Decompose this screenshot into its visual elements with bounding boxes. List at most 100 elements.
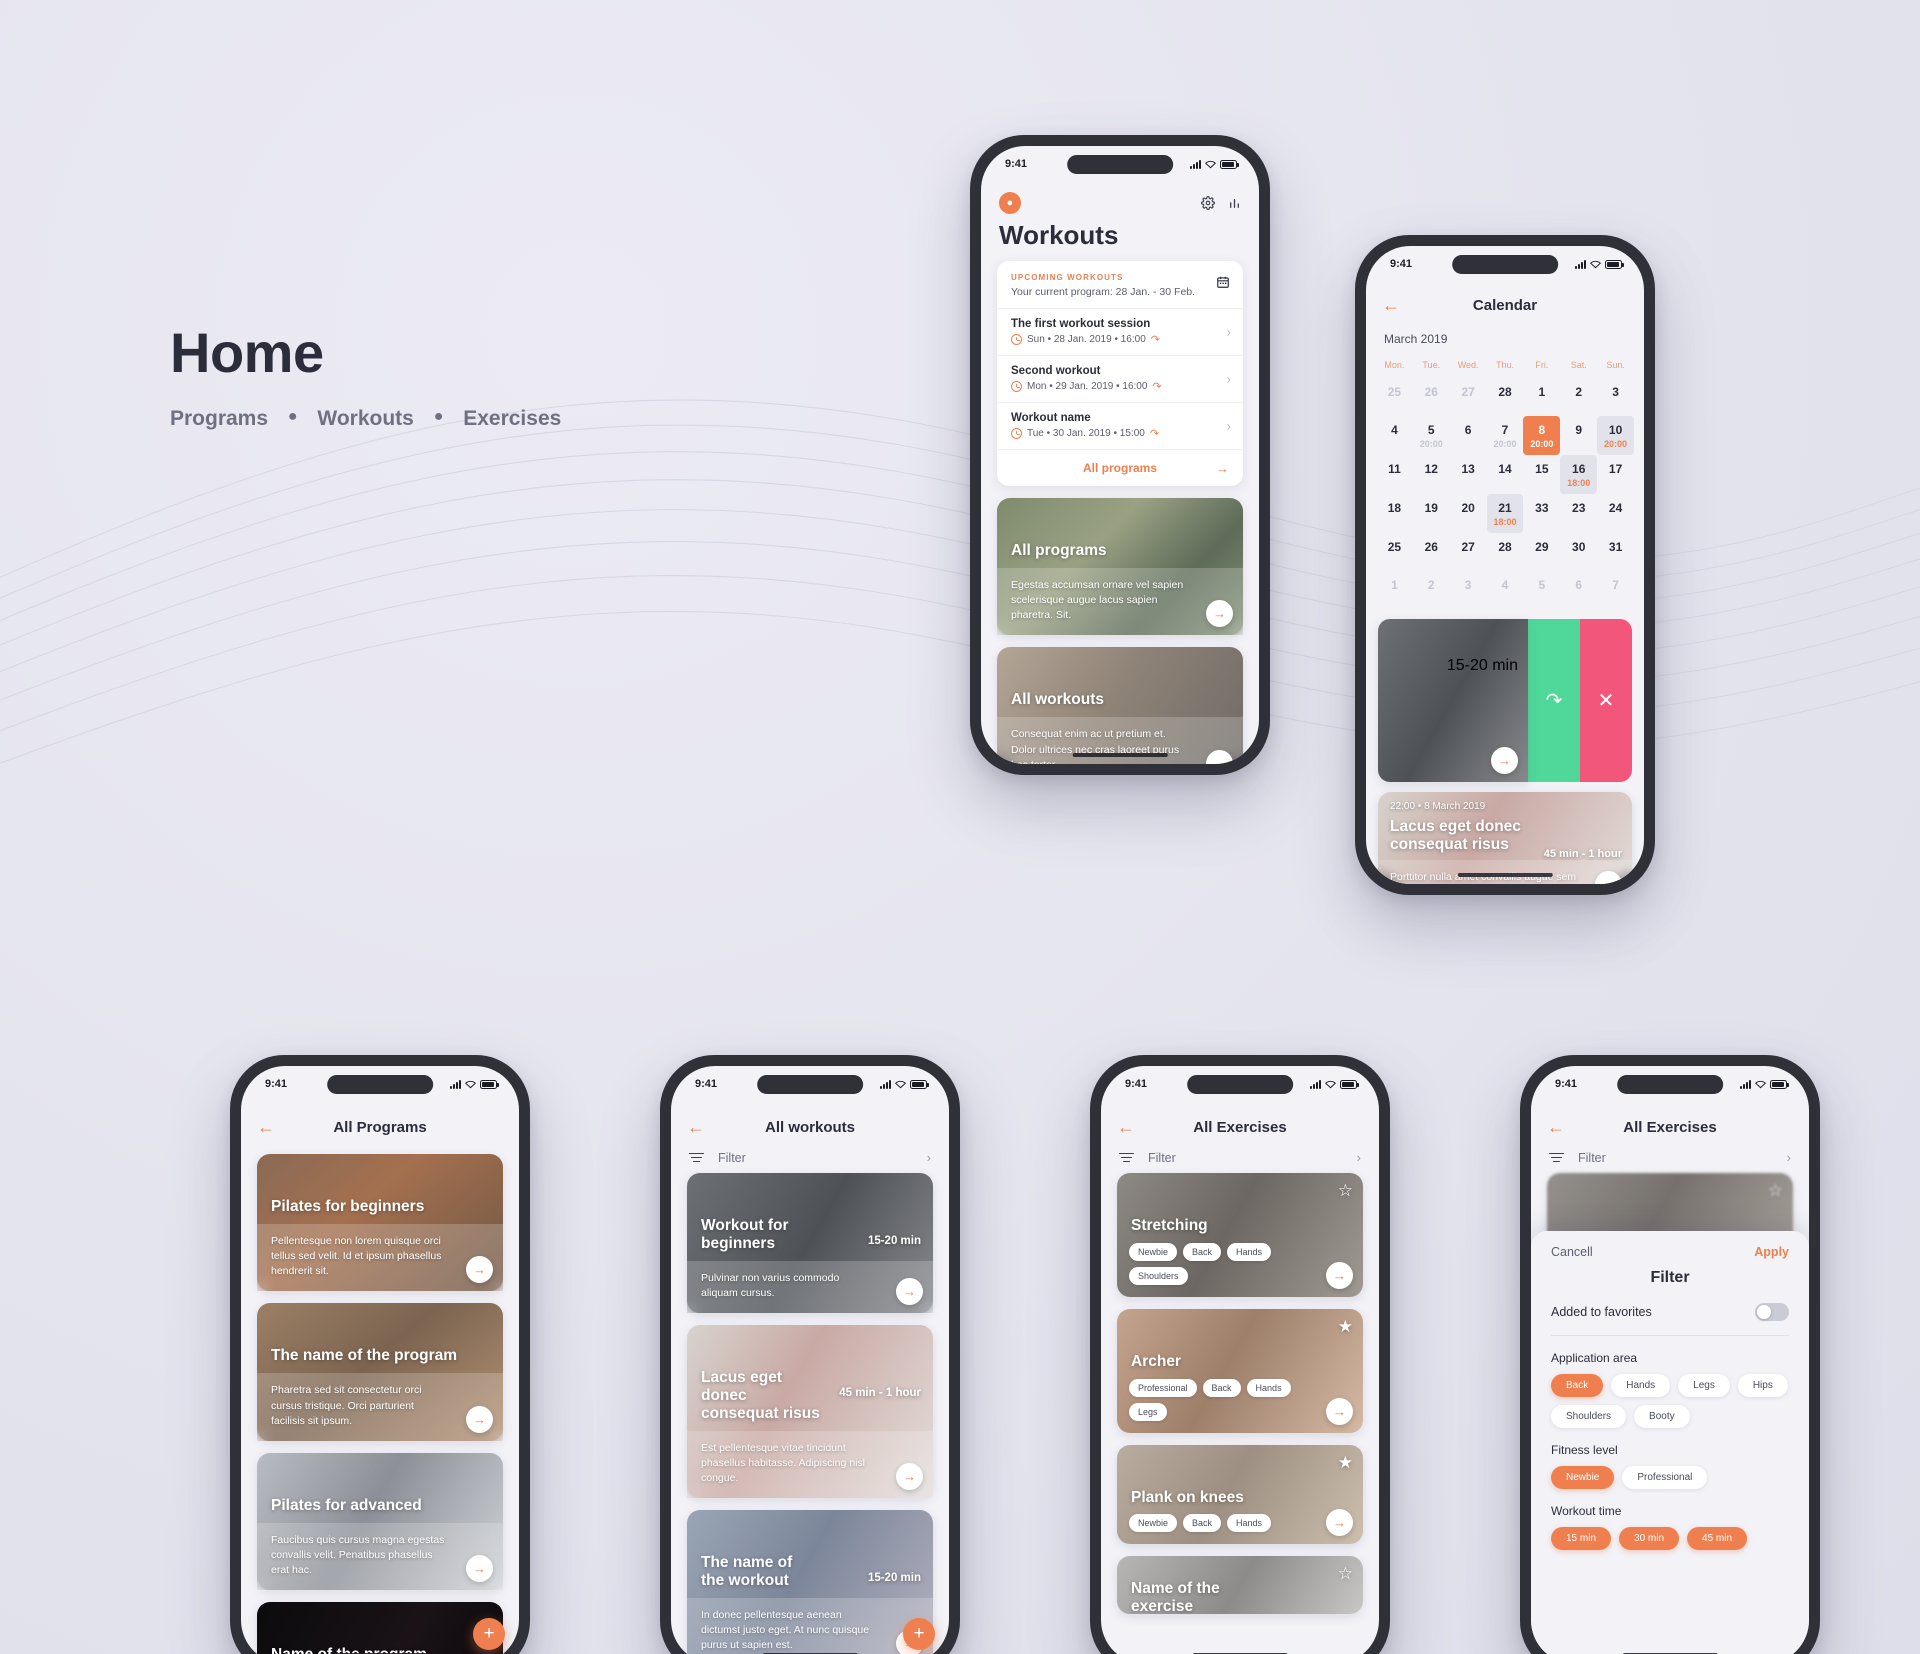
calendar-day-cell[interactable]: 24 — [1597, 494, 1634, 533]
exercise-tag[interactable]: Back — [1183, 1514, 1222, 1533]
chart-icon[interactable] — [1228, 197, 1241, 210]
calendar-day-cell[interactable]: 14 — [1487, 455, 1524, 494]
calendar-day-cell[interactable]: 27 — [1450, 533, 1487, 571]
exercise-tag[interactable]: Hands — [1227, 1514, 1272, 1533]
exercise-tag[interactable]: Hands — [1246, 1378, 1291, 1397]
cancel-button[interactable]: Cancell — [1551, 1245, 1593, 1259]
calendar-day-cell[interactable]: 26 — [1413, 378, 1450, 416]
calendar-day-cell[interactable]: 5 20:00 — [1413, 416, 1450, 455]
exercise-card[interactable]: ☆ Stretching Newbie Back Hands Shoulders… — [1117, 1173, 1363, 1297]
apply-button[interactable]: Apply — [1754, 1245, 1789, 1259]
calendar-day-cell[interactable]: 33 — [1523, 494, 1560, 533]
calendar-day-cell[interactable]: 6 — [1450, 416, 1487, 455]
filter-chip-hips[interactable]: Hips — [1737, 1374, 1788, 1397]
filter-chip-hands[interactable]: Hands — [1611, 1374, 1671, 1397]
gear-icon[interactable] — [1201, 196, 1215, 210]
exercise-card[interactable]: ★ Archer Professional Back Hands Legs → — [1117, 1308, 1363, 1433]
card-go-button[interactable]: → — [896, 1463, 923, 1491]
promo-card-all-programs[interactable]: All programs Egestas accumsan ornare vel… — [997, 498, 1243, 636]
favorite-star-icon[interactable]: ☆ — [1338, 1182, 1353, 1199]
filter-chip-booty[interactable]: Booty — [1634, 1405, 1690, 1428]
card-go-button[interactable]: → — [1326, 1261, 1353, 1289]
calendar-day-cell[interactable]: 18 — [1376, 494, 1413, 533]
card-go-button[interactable]: → — [1326, 1397, 1353, 1425]
filter-chip-back[interactable]: Back — [1551, 1374, 1604, 1397]
filter-chip-30min[interactable]: 30 min — [1619, 1527, 1680, 1550]
calendar-day-cell[interactable]: 27 — [1450, 378, 1487, 416]
calendar-day-cell[interactable]: 26 — [1413, 533, 1450, 571]
all-programs-link[interactable]: All programs → — [997, 450, 1243, 486]
calendar-day-cell[interactable]: 13 — [1450, 455, 1487, 494]
calendar-day-cell[interactable]: 25 — [1376, 533, 1413, 571]
favorites-toggle-row[interactable]: Added to favorites — [1551, 1303, 1789, 1336]
favorites-toggle[interactable] — [1755, 1303, 1789, 1321]
workout-card[interactable]: Lacus eget donec consequat risus 45 min … — [687, 1325, 933, 1499]
calendar-day-cell[interactable]: 11 — [1376, 455, 1413, 494]
exercise-tag[interactable]: Back — [1202, 1378, 1241, 1397]
exercise-tag[interactable]: Newbie — [1129, 1242, 1178, 1261]
exercise-tag[interactable]: Legs — [1129, 1402, 1167, 1421]
calendar-day-cell[interactable]: 28 — [1487, 533, 1524, 571]
calendar-day-cell[interactable]: 29 — [1523, 533, 1560, 571]
exercise-card[interactable]: ★ Plank on knees Newbie Back Hands → — [1117, 1444, 1363, 1545]
calendar-day-cell[interactable]: 4 — [1376, 416, 1413, 455]
back-arrow-icon[interactable]: ← — [1117, 1118, 1135, 1136]
calendar-day-cell[interactable]: 12 — [1413, 455, 1450, 494]
avatar[interactable]: ● — [999, 192, 1021, 214]
favorite-star-icon[interactable]: ☆ — [1338, 1565, 1353, 1582]
exercise-tag[interactable]: Shoulders — [1129, 1266, 1188, 1285]
hero-link-programs[interactable]: Programs — [170, 407, 268, 430]
swipe-action-repeat[interactable]: ↷ — [1528, 619, 1580, 782]
filter-chip-15min[interactable]: 15 min — [1551, 1527, 1612, 1550]
back-arrow-icon[interactable]: ← — [1382, 296, 1400, 314]
exercise-tag[interactable]: Hands — [1227, 1242, 1272, 1261]
calendar-day-cell[interactable]: 1 — [1376, 571, 1413, 609]
calendar-day-cell[interactable]: 23 — [1560, 494, 1597, 533]
filter-chip-45min[interactable]: 45 min — [1687, 1527, 1748, 1550]
favorite-star-icon[interactable]: ★ — [1338, 1454, 1353, 1471]
calendar-day-cell[interactable]: 5 — [1523, 571, 1560, 609]
back-arrow-icon[interactable]: ← — [687, 1118, 705, 1136]
favorite-star-icon[interactable]: ★ — [1338, 1318, 1353, 1335]
calendar-day-cell[interactable]: 16 18:00 — [1560, 455, 1598, 494]
program-card[interactable]: The name of the program Pharetra sed sit… — [257, 1303, 503, 1441]
card-go-button[interactable]: → — [1491, 747, 1518, 774]
calendar-day-cell[interactable]: 4 — [1487, 571, 1524, 609]
workout-card[interactable]: The name of the workout 15-20 min In don… — [687, 1510, 933, 1654]
calendar-day-cell[interactable]: 21 18:00 — [1486, 494, 1524, 533]
calendar-day-cell[interactable]: 20 — [1450, 494, 1487, 533]
back-arrow-icon[interactable]: ← — [1547, 1118, 1565, 1136]
calendar-day-cell[interactable]: 2 — [1560, 378, 1597, 416]
calendar-day-cell[interactable]: 7 20:00 — [1487, 416, 1524, 455]
swipe-action-delete[interactable]: ✕ — [1580, 619, 1632, 782]
calendar-day-cell[interactable]: 19 — [1413, 494, 1450, 533]
calendar-day-cell[interactable]: 8 20:00 — [1523, 416, 1561, 455]
swipe-card[interactable]: 15-20 min Blandit quisque risus quis qui… — [1378, 619, 1528, 782]
calendar-day-cell[interactable]: 6 — [1560, 571, 1597, 609]
upcoming-row[interactable]: The first workout session Sun • 28 Jan. … — [997, 309, 1243, 356]
exercise-card[interactable]: ☆ Name of the exercise — [1117, 1556, 1363, 1615]
back-arrow-icon[interactable]: ← — [257, 1118, 275, 1136]
program-card[interactable]: Pilates for beginners Pellentesque non l… — [257, 1154, 503, 1292]
exercise-tag[interactable]: Back — [1183, 1242, 1222, 1261]
filter-bar[interactable]: Filter › — [671, 1144, 949, 1173]
exercise-tag[interactable]: Professional — [1129, 1378, 1197, 1397]
hero-link-workouts[interactable]: Workouts — [317, 407, 413, 430]
card-go-button[interactable]: → — [466, 1405, 493, 1433]
filter-chip-legs[interactable]: Legs — [1678, 1374, 1730, 1397]
calendar-day-cell[interactable]: 1 — [1523, 378, 1560, 416]
upcoming-row[interactable]: Second workout Mon • 29 Jan. 2019 • 16:0… — [997, 356, 1243, 403]
calendar-day-cell[interactable]: 10 20:00 — [1597, 416, 1634, 455]
filter-chip-shoulders[interactable]: Shoulders — [1551, 1405, 1627, 1428]
calendar-day-cell[interactable]: 3 — [1450, 571, 1487, 609]
calendar-day-cell[interactable]: 30 — [1560, 533, 1597, 571]
calendar-day-cell[interactable]: 28 — [1487, 378, 1524, 416]
calendar-day-cell[interactable]: 3 — [1597, 378, 1634, 416]
workout-card[interactable]: Workout for beginners 15-20 min Pulvinar… — [687, 1173, 933, 1314]
calendar-day-cell[interactable]: 2 — [1413, 571, 1450, 609]
calendar-day-cell[interactable]: 7 — [1597, 571, 1634, 609]
calendar-day-cell[interactable]: 31 — [1597, 533, 1634, 571]
add-button[interactable]: + — [903, 1618, 935, 1650]
exercise-tag[interactable]: Newbie — [1129, 1514, 1178, 1533]
hero-link-exercises[interactable]: Exercises — [463, 407, 561, 430]
